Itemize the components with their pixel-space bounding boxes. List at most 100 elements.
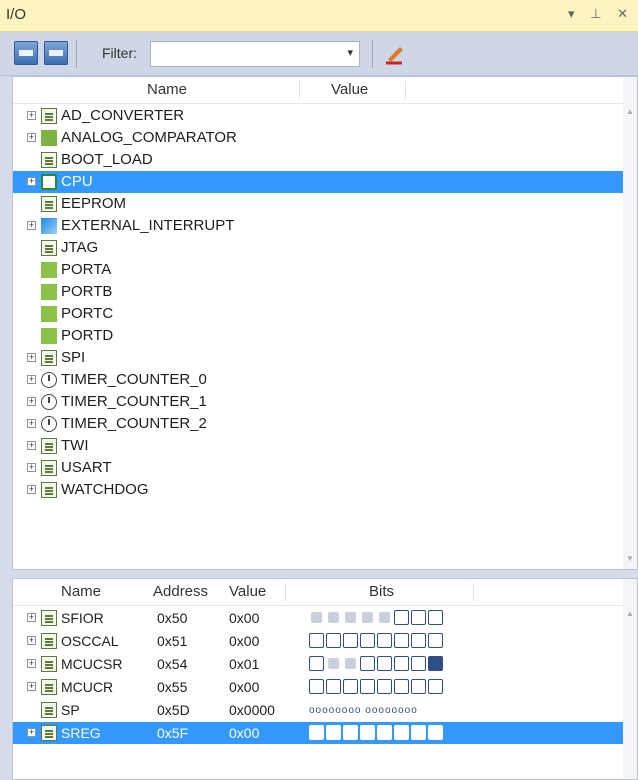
tree-item-eeprom[interactable]: EEPROM <box>13 193 623 215</box>
expand-icon[interactable]: + <box>27 636 36 645</box>
reg-bits-header[interactable]: Bits <box>369 583 394 600</box>
expand-icon[interactable]: + <box>27 728 36 737</box>
bit-toggle[interactable] <box>309 679 324 694</box>
bit-toggle[interactable] <box>377 656 392 671</box>
bit-toggle[interactable] <box>326 679 341 694</box>
expand-icon[interactable]: + <box>27 375 36 384</box>
expand-icon[interactable]: + <box>27 463 36 472</box>
name-column-header[interactable]: Name <box>147 81 187 98</box>
bit-toggle[interactable] <box>428 656 443 671</box>
bit-toggle[interactable] <box>411 610 426 625</box>
filter-combobox[interactable]: ▾ <box>150 41 360 67</box>
io-icon <box>41 328 57 344</box>
tree-item-portb[interactable]: PORTB <box>13 281 623 303</box>
tree-item-spi[interactable]: + SPI <box>13 347 623 369</box>
bit-toggle[interactable] <box>428 679 443 694</box>
tree-item-label: TWI <box>61 437 89 454</box>
bit-toggle[interactable] <box>326 633 341 648</box>
register-row-mcucr[interactable]: + MCUCR 0x55 0x00 <box>13 676 623 698</box>
tree-item-boot-load[interactable]: BOOT_LOAD <box>13 149 623 171</box>
tree-item-timer-counter-0[interactable]: + TIMER_COUNTER_0 <box>13 369 623 391</box>
bit-toggle <box>345 612 356 623</box>
bit-toggle[interactable] <box>394 656 409 671</box>
bit-toggle[interactable] <box>394 610 409 625</box>
expand-icon[interactable]: + <box>27 177 36 186</box>
register-row-sfior[interactable]: + SFIOR 0x50 0x00 <box>13 607 623 629</box>
bit-toggle[interactable] <box>428 725 443 740</box>
tree-item-usart[interactable]: + USART <box>13 457 623 479</box>
tree-item-portd[interactable]: PORTD <box>13 325 623 347</box>
bit-toggle[interactable] <box>343 725 358 740</box>
tree-item-external-interrupt[interactable]: + EXTERNAL_INTERRUPT <box>13 215 623 237</box>
register-row-mcucsr[interactable]: + MCUCSR 0x54 0x01 <box>13 653 623 675</box>
tree-item-porta[interactable]: PORTA <box>13 259 623 281</box>
expand-icon[interactable]: + <box>27 682 36 691</box>
bit-toggle[interactable] <box>394 679 409 694</box>
tree-item-timer-counter-2[interactable]: + TIMER_COUNTER_2 <box>13 413 623 435</box>
register-row-osccal[interactable]: + OSCCAL 0x51 0x00 <box>13 630 623 652</box>
register-icon <box>41 633 57 649</box>
bit-toggle[interactable] <box>360 656 375 671</box>
register-row-sp[interactable]: SP 0x5D 0x0000 oooooooo oooooooo <box>13 699 623 721</box>
tree-scrollbar[interactable]: ▲ ▼ <box>623 77 637 569</box>
bit-toggle[interactable] <box>309 656 324 671</box>
bit-toggle[interactable] <box>360 633 375 648</box>
bit-toggle[interactable] <box>377 633 392 648</box>
tree-item-label: CPU <box>61 173 93 190</box>
expand-icon[interactable]: + <box>27 133 36 142</box>
tree-item-portc[interactable]: PORTC <box>13 303 623 325</box>
bit-toggle[interactable] <box>343 679 358 694</box>
bit-toggle[interactable] <box>428 633 443 648</box>
clear-filter-icon[interactable] <box>382 41 408 67</box>
tree-item-jtag[interactable]: JTAG <box>13 237 623 259</box>
bit-toggle[interactable] <box>411 725 426 740</box>
filter-input[interactable] <box>155 43 339 67</box>
expand-icon[interactable]: + <box>27 111 36 120</box>
tree-item-cpu[interactable]: + CPU <box>13 171 623 193</box>
expand-icon[interactable]: + <box>27 485 36 494</box>
list-view-button[interactable] <box>44 41 68 65</box>
bit-toggle[interactable] <box>411 633 426 648</box>
bit-toggle[interactable] <box>394 633 409 648</box>
bit-toggle[interactable] <box>394 725 409 740</box>
register-row-sreg[interactable]: + SREG 0x5F 0x00 <box>13 722 623 744</box>
chip-icon <box>41 174 57 190</box>
bit-toggle[interactable] <box>377 679 392 694</box>
window-controls[interactable]: ▾ ⊥ ✕ <box>568 6 634 22</box>
bit-toggle[interactable] <box>309 633 324 648</box>
tree-item-watchdog[interactable]: + WATCHDOG <box>13 479 623 501</box>
tree-view-button[interactable] <box>14 41 38 65</box>
value-column-header[interactable]: Value <box>331 81 368 98</box>
reg-value-header[interactable]: Value <box>229 583 266 600</box>
expand-icon[interactable]: + <box>27 353 36 362</box>
bit-toggle[interactable] <box>360 679 375 694</box>
bit-toggle[interactable] <box>428 610 443 625</box>
register-address: 0x55 <box>157 679 188 695</box>
bit-toggle[interactable] <box>360 725 375 740</box>
tree-item-label: PORTB <box>61 283 113 300</box>
expand-icon[interactable]: + <box>27 221 36 230</box>
register-scrollbar[interactable]: ▲ <box>623 579 637 779</box>
bit-toggle[interactable] <box>326 725 341 740</box>
tree-item-ad-converter[interactable]: + AD_CONVERTER <box>13 105 623 127</box>
register-bits <box>309 633 445 649</box>
expand-icon[interactable]: + <box>27 441 36 450</box>
tree-item-analog-comparator[interactable]: + ANALOG_COMPARATOR <box>13 127 623 149</box>
register-address: 0x5D <box>157 702 190 718</box>
bit-toggle[interactable] <box>377 725 392 740</box>
expand-icon[interactable]: + <box>27 659 36 668</box>
expand-icon[interactable]: + <box>27 419 36 428</box>
tree-item-twi[interactable]: + TWI <box>13 435 623 457</box>
reg-address-header[interactable]: Address <box>153 583 208 600</box>
chevron-down-icon[interactable]: ▾ <box>347 46 353 59</box>
expand-icon[interactable]: + <box>27 613 36 622</box>
register-value: 0x00 <box>229 633 260 649</box>
tree-item-timer-counter-1[interactable]: + TIMER_COUNTER_1 <box>13 391 623 413</box>
expand-icon[interactable]: + <box>27 397 36 406</box>
bit-toggle[interactable] <box>411 679 426 694</box>
bit-toggle[interactable] <box>411 656 426 671</box>
bit-toggle[interactable] <box>343 633 358 648</box>
bit-toggle[interactable] <box>309 725 324 740</box>
reg-name-header[interactable]: Name <box>61 583 101 600</box>
doc-icon <box>41 482 57 498</box>
